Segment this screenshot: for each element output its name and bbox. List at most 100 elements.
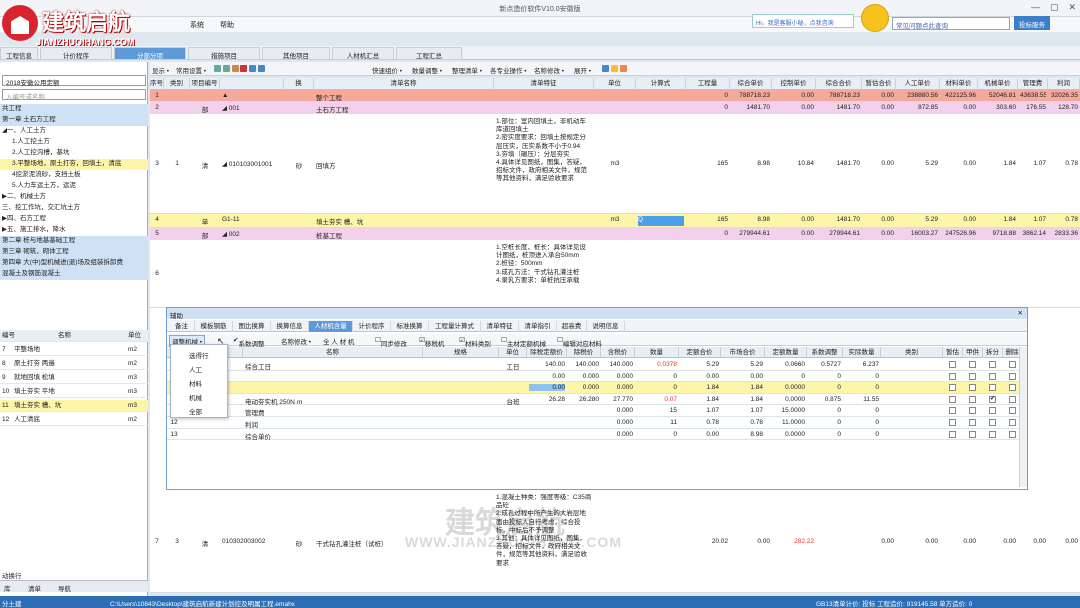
bill-row[interactable]: 1 ▲ 整个工程 0 788718.23 0.00 788718.23 0.00 238880.…: [150, 90, 1080, 102]
tree-item[interactable]: 第一章 土石方工程: [0, 115, 148, 126]
tab-navigation[interactable]: 导航: [58, 583, 71, 593]
menu-item-labor[interactable]: 人工: [189, 364, 202, 374]
resource-row[interactable]: 12 利润 0.000 11 0.78 0.78 11.0000 0 0: [167, 417, 1022, 429]
row-checkbox[interactable]: [989, 419, 996, 426]
mascot-icon[interactable]: [861, 4, 889, 32]
tree-item[interactable]: 混凝土及钢筋混凝土: [0, 269, 148, 280]
tab-resource-summary[interactable]: 人材机汇总: [332, 47, 394, 60]
tab-project-info[interactable]: 工程信息: [0, 47, 38, 60]
quota-row[interactable]: 12 人工清底 m2: [0, 414, 148, 426]
row-checkbox[interactable]: [1009, 395, 1016, 403]
coef-adjust-button[interactable]: ✔ 系数调整: [233, 336, 264, 348]
material-type-check[interactable]: ☑ 材料类别: [459, 336, 491, 348]
menu-system[interactable]: 系统: [190, 20, 204, 30]
close-button[interactable]: ✕: [1068, 2, 1076, 13]
dialog-tab[interactable]: 备注: [169, 321, 195, 332]
resource-row[interactable]: 13 综合单价 0.000 0 0.00 8.98 0.0000 0 0: [167, 428, 1022, 441]
tree-item[interactable]: ◢一、人工土方: [0, 126, 148, 137]
row-checkbox[interactable]: [1009, 430, 1016, 438]
tree-item[interactable]: 5.人力车运土方，运泥: [0, 181, 148, 192]
toolbar-display[interactable]: 显示 •: [152, 65, 169, 75]
bill-row[interactable]: 3 1 清 ◢ 010103001001 砂 回填方 1.部位：室内回填土，非机动车库道回填…: [150, 114, 1080, 214]
dialog-tab[interactable]: 图比换算: [233, 321, 271, 332]
row-checkbox[interactable]: [949, 372, 956, 380]
move-tax-check[interactable]: ☑ 移税机: [419, 336, 444, 348]
tree-item[interactable]: 4挖淤泥流砂，支挡土板: [0, 170, 148, 181]
dialog-close-icon[interactable]: ✕: [1018, 309, 1023, 317]
toolbar-organize[interactable]: 整理清单 •: [452, 65, 482, 75]
row-checkbox[interactable]: [969, 361, 976, 368]
quota-row[interactable]: 8 原土打夯 两遍 m2: [0, 358, 148, 370]
sync-modify-check[interactable]: ☐ 同步修改: [375, 336, 407, 348]
row-checkbox[interactable]: [949, 395, 956, 403]
dialog-tab[interactable]: 工程量计算式: [429, 321, 481, 332]
dialog-scrollbar[interactable]: [1019, 347, 1027, 487]
resource-row[interactable]: 00001BC综合工日工日140.00140.000140.0000.03785…: [167, 359, 1022, 371]
toolbar-icons[interactable]: [214, 65, 266, 74]
row-checkbox[interactable]: [989, 407, 996, 415]
tree-item-selected[interactable]: 3.平整场地，原土打夯，回填土，清底: [0, 159, 148, 170]
toolbar-tail-icons[interactable]: [602, 65, 627, 74]
tree-item[interactable]: ▶二、机械土方: [0, 192, 148, 203]
dialog-tab[interactable]: 说明信息: [587, 321, 625, 332]
row-checkbox[interactable]: [1009, 407, 1016, 415]
dialog-tab[interactable]: 人材机含量: [309, 321, 353, 332]
quota-row[interactable]: 10 填土夯实 平地 m3: [0, 386, 148, 398]
tab-other-items[interactable]: 其他项目: [262, 47, 330, 60]
row-checkbox[interactable]: [969, 407, 976, 415]
bill-row[interactable]: 5 部 ◢ 002 桩基工程 0 279944.61 0.00 279944.61 0.00 16…: [150, 228, 1080, 240]
toolbar-quick-price[interactable]: 快速组价 •: [372, 65, 402, 75]
quota-row-selected[interactable]: 11 填土夯实 槽、坑 m3: [0, 400, 148, 412]
row-checkbox[interactable]: ✔: [989, 395, 996, 403]
dialog-tab[interactable]: 标准换算: [391, 321, 429, 332]
maximize-button[interactable]: ▢: [1050, 2, 1059, 13]
row-checkbox[interactable]: [949, 407, 956, 415]
row-checkbox[interactable]: [989, 361, 996, 368]
row-checkbox[interactable]: [1009, 372, 1016, 380]
toolbar-settings[interactable]: 常用设置 •: [176, 65, 206, 75]
dialog-tab[interactable]: 超高费: [557, 321, 587, 332]
bill-row[interactable]: 2 部 ◢ 001 土石方工程 0 1481.70 0.00 1481.70 0.00 872.8…: [150, 102, 1080, 114]
dialog-tab[interactable]: 清单指引: [519, 321, 557, 332]
tab-project-summary[interactable]: 工程汇总: [396, 47, 462, 60]
resource-row[interactable]: 0.00 0.000 0.000 0 1.84 1.84 0.0000 0 0: [167, 382, 1022, 394]
row-checkbox[interactable]: [969, 430, 976, 438]
tree-item[interactable]: 第二章 桩与地基基础工程: [0, 236, 148, 247]
quota-row[interactable]: 9 就地回填 松填 m3: [0, 372, 148, 384]
row-checkbox[interactable]: [969, 372, 976, 380]
toolbar-specialty[interactable]: 各专业操作 •: [490, 65, 527, 75]
row-checkbox[interactable]: [989, 372, 996, 380]
filter-icons[interactable]: 全 人 材 机: [323, 336, 354, 346]
main-material-check[interactable]: ☐ 主材定额机械: [501, 336, 546, 348]
row-checkbox[interactable]: [1009, 419, 1016, 426]
tree-item[interactable]: 共工程: [0, 104, 148, 115]
quota-search-input[interactable]: 入编号或名称: [2, 89, 146, 101]
edit-material-check[interactable]: ☐ 编辑对应材料: [557, 336, 602, 348]
resource-row[interactable]: 0.00 0.000 0.000 0 0.00 0.00 0 0 0: [167, 370, 1022, 383]
wrap-toggle-label[interactable]: 动换行: [2, 570, 22, 580]
row-checkbox[interactable]: [949, 361, 956, 368]
row-checkbox[interactable]: [989, 384, 996, 392]
row-checkbox[interactable]: [1009, 361, 1016, 368]
bid-service-button[interactable]: 投标服务: [1014, 16, 1050, 30]
tree-item[interactable]: ▶四、石方工程: [0, 214, 148, 225]
dialog-tab[interactable]: 模板钢筋: [195, 321, 233, 332]
menu-item-selected-rows[interactable]: 选得行: [189, 350, 209, 360]
toolbar-expand[interactable]: 展开 •: [574, 65, 591, 75]
resource-row[interactable]: 5▶ 990123010电动夯实机 250N·m台班26.2826.28027.…: [167, 393, 1022, 406]
bill-row[interactable]: 4 单 G1-11 填土夯实 槽、坑 m3 Q 165 8.98 0.00 1481.70 0.00…: [150, 214, 1080, 228]
row-checkbox[interactable]: [969, 419, 976, 426]
minimize-button[interactable]: —: [1031, 2, 1040, 13]
tree-item[interactable]: 1.人工挖土方: [0, 137, 148, 148]
tree-item[interactable]: 第四章 大(中)型机械进(退)场及组装拆卸费: [0, 258, 148, 269]
dialog-tab[interactable]: 清单特征: [481, 321, 519, 332]
quota-row[interactable]: 7 平整场地 m2: [0, 344, 148, 356]
customer-service-link[interactable]: Hi，我是客服小秘，点我咨询: [752, 14, 854, 28]
tab-measures[interactable]: 措施项目: [188, 47, 260, 60]
menu-item-all[interactable]: 全部: [189, 406, 202, 416]
quota-library-select[interactable]: 2018安徽公用定额: [2, 75, 146, 87]
menu-item-material[interactable]: 材料: [189, 378, 202, 388]
row-checkbox[interactable]: [969, 395, 976, 403]
tab-bill[interactable]: 清单: [28, 583, 41, 593]
tree-item[interactable]: 三、挖工作坑，交汇坑土方: [0, 203, 148, 214]
